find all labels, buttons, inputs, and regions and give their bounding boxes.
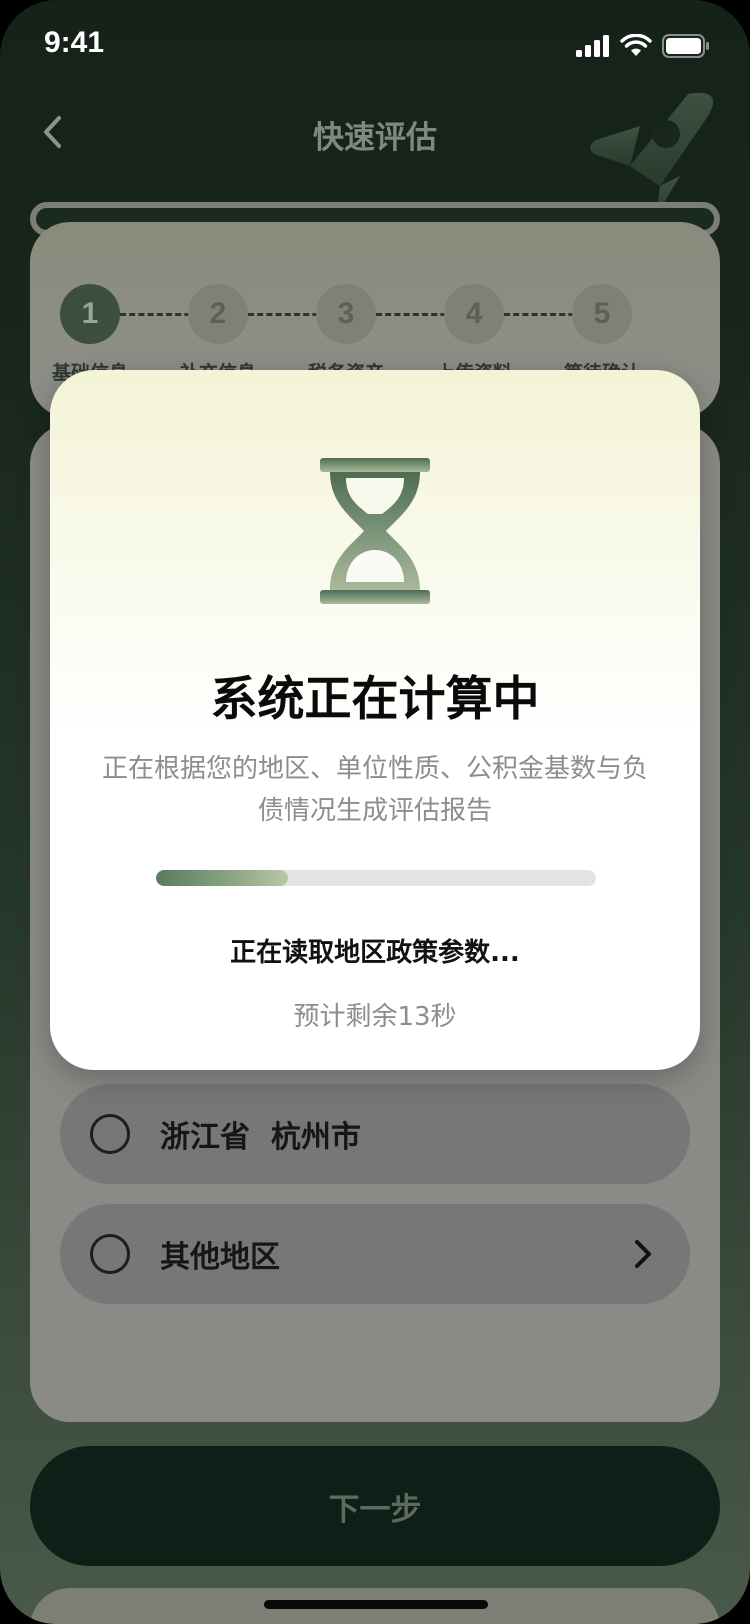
calculating-dialog: 系统正在计算中 正在根据您的地区、单位性质、公积金基数与负债情况生成评估报告 正… <box>50 370 700 1070</box>
status-time: 9:41 <box>44 26 105 59</box>
status-bar: 9:41 <box>0 0 750 90</box>
region-option-hangzhou[interactable]: 浙江省 杭州市 <box>60 1084 690 1184</box>
region-option-other[interactable]: 其他地区 <box>60 1204 690 1304</box>
rocket-icon <box>590 92 714 206</box>
dialog-title: 系统正在计算中 <box>210 672 540 727</box>
radio-button[interactable] <box>90 1114 130 1154</box>
battery-icon <box>662 34 709 58</box>
progress-status-text: 正在读取地区政策参数... <box>230 938 520 968</box>
step-number: 3 <box>316 284 376 344</box>
radio-button[interactable] <box>90 1234 130 1274</box>
cellular-signal-icon <box>576 35 609 57</box>
remaining-time-text: 预计剩余13秒 <box>293 1002 457 1032</box>
chevron-right-icon <box>635 1240 651 1268</box>
next-step-button[interactable]: 下一步 <box>30 1446 720 1566</box>
option-label: 其他地区 <box>160 1240 280 1275</box>
home-indicator <box>264 1600 488 1609</box>
step-number: 4 <box>444 284 504 344</box>
step-number: 5 <box>572 284 632 344</box>
step-number: 2 <box>188 284 248 344</box>
dialog-description: 正在根据您的地区、单位性质、公积金基数与负债情况生成评估报告 <box>101 754 648 826</box>
progress-fill <box>156 870 288 886</box>
step-number: 1 <box>60 284 120 344</box>
hourglass-icon <box>320 458 430 604</box>
progress-bar <box>156 870 596 886</box>
status-icons <box>576 34 710 58</box>
app-screen: 9:41 快速评估 1 2 3 4 5 浙江省 杭州市 其他地区 下一步 系统正… <box>0 0 750 1624</box>
option-label: 浙江省 杭州市 <box>160 1120 361 1155</box>
wifi-icon <box>620 34 652 56</box>
